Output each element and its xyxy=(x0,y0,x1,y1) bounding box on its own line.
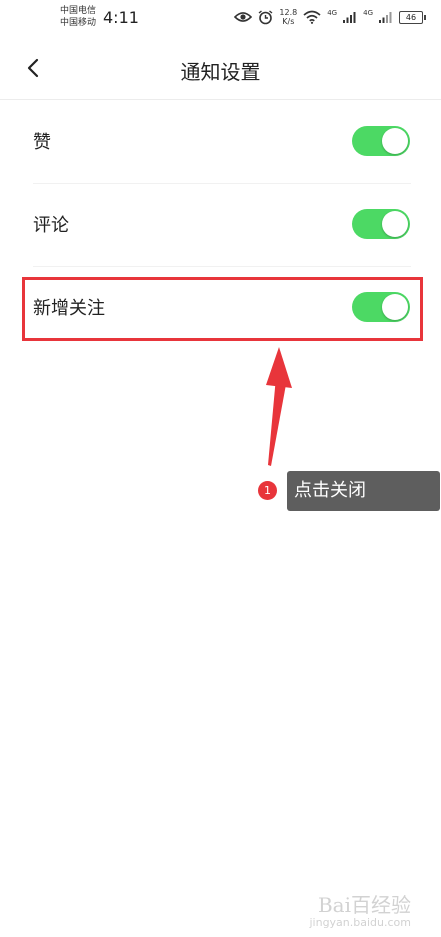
carrier-names: 中国电信 中国移动 xyxy=(60,5,96,29)
carrier-1: 中国电信 xyxy=(60,6,97,16)
alarm-icon xyxy=(258,9,273,24)
setting-label-comments: 评论 xyxy=(33,215,69,236)
speed-unit: K/s xyxy=(282,17,295,26)
status-bar: 中国电信 中国移动 4:11 12.8 K/s 4G 4G 46 xyxy=(0,0,441,34)
network-type-1: 4G xyxy=(327,9,338,17)
speed-value: 12.8 xyxy=(279,8,298,17)
comments-toggle[interactable] xyxy=(352,209,410,239)
battery-icon: 46 xyxy=(399,10,426,24)
toggle-knob xyxy=(382,128,408,154)
watermark: Bai百经验 jingyan.baidu.com xyxy=(309,889,411,929)
watermark-logo: Bai百经验 xyxy=(317,893,411,917)
likes-toggle[interactable] xyxy=(352,126,410,156)
network-type-2: 4G xyxy=(363,9,373,17)
page-title: 通知设置 xyxy=(180,60,261,84)
status-time: 4:11 xyxy=(103,8,139,27)
status-icons: 12.8 K/s 4G 4G 46 xyxy=(234,7,426,27)
signal-icon-2 xyxy=(379,12,392,23)
watermark-url: jingyan.baidu.com xyxy=(309,916,411,929)
highlight-box xyxy=(22,277,423,341)
step-badge: 1 xyxy=(258,481,277,500)
signal-icon xyxy=(343,12,356,23)
carrier-2: 中国移动 xyxy=(60,18,97,28)
toggle-knob xyxy=(382,211,408,237)
setting-row-comments: 评论 xyxy=(0,183,441,267)
header: 通知设置 xyxy=(0,40,441,98)
wifi-icon xyxy=(303,10,321,24)
setting-label-likes: 赞 xyxy=(33,132,51,153)
arrow-up-icon xyxy=(266,347,292,466)
eye-icon xyxy=(234,12,253,22)
tooltip-callout: 点击关闭 xyxy=(287,471,440,511)
network-speed: 12.8 K/s xyxy=(279,8,297,26)
setting-row-likes: 赞 xyxy=(0,100,441,184)
